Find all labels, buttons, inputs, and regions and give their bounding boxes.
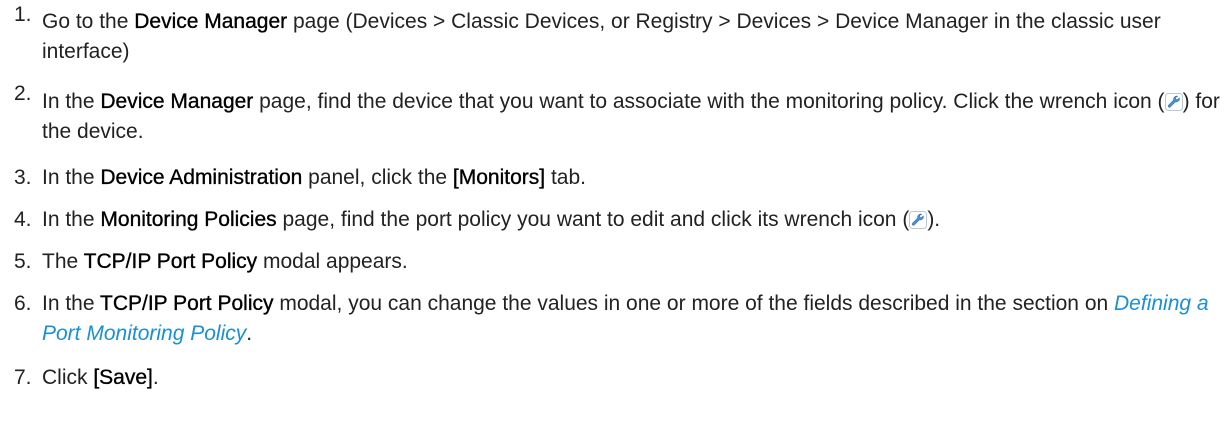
step-text: modal, you can change the values in one … <box>273 292 1115 315</box>
wrench-icon <box>909 208 928 229</box>
step-text: In the <box>42 208 101 231</box>
ui-term: [Save] <box>93 366 153 389</box>
step-number: 6. <box>14 292 32 315</box>
step-text: In the <box>42 166 101 189</box>
step-2: 2. In the Device Manager page, find the d… <box>0 79 1230 163</box>
step-text: tab. <box>545 166 586 189</box>
ui-term: Device Manager <box>100 90 254 113</box>
step-text: ). <box>927 208 941 231</box>
ui-term: Monitoring Policies <box>100 208 277 231</box>
ui-term: TCP/IP Port Policy <box>83 250 258 273</box>
step-number: 7. <box>14 366 32 389</box>
step-text: In the <box>42 292 100 315</box>
ui-term: TCP/IP Port Policy <box>100 292 274 315</box>
step-number: 3. <box>14 166 32 189</box>
step-text: In the <box>42 90 101 113</box>
ui-term: Device Manager <box>134 10 288 33</box>
step-number: 1. <box>14 3 32 26</box>
step-text: page, find the port policy you want to e… <box>276 208 910 231</box>
step-text: page, find the device that you want to a… <box>253 90 1165 113</box>
ui-term: Device Administration <box>100 166 303 189</box>
wrench-icon <box>1164 90 1183 111</box>
step-4: 4. In the Monitoring Policies page, find … <box>0 205 1230 247</box>
ui-term: [Monitors] <box>452 166 546 189</box>
step-text: . <box>152 366 159 389</box>
step-text: The <box>42 250 84 273</box>
step-text: modal appears. <box>257 250 408 273</box>
step-text: Go to the <box>42 10 135 33</box>
step-number: 4. <box>14 208 32 231</box>
step-1: 1. Go to the Device Manager page (Devices… <box>0 0 1230 79</box>
step-7: 7. Click [Save]. <box>0 363 1230 403</box>
instruction-steps: 1. Go to the Device Manager page (Devices… <box>0 0 1230 403</box>
step-5: 5. The TCP/IP Port Policy modal appears. <box>0 247 1230 289</box>
step-3: 3. In the Device Administration panel, cl… <box>0 163 1230 205</box>
step-text: Click <box>42 366 94 389</box>
step-number: 5. <box>14 250 32 273</box>
step-6: 6. In the TCP/IP Port Policy modal, you c… <box>0 289 1230 363</box>
step-text: . <box>246 322 253 345</box>
step-number: 2. <box>14 82 32 105</box>
step-text: panel, click the <box>302 166 453 189</box>
